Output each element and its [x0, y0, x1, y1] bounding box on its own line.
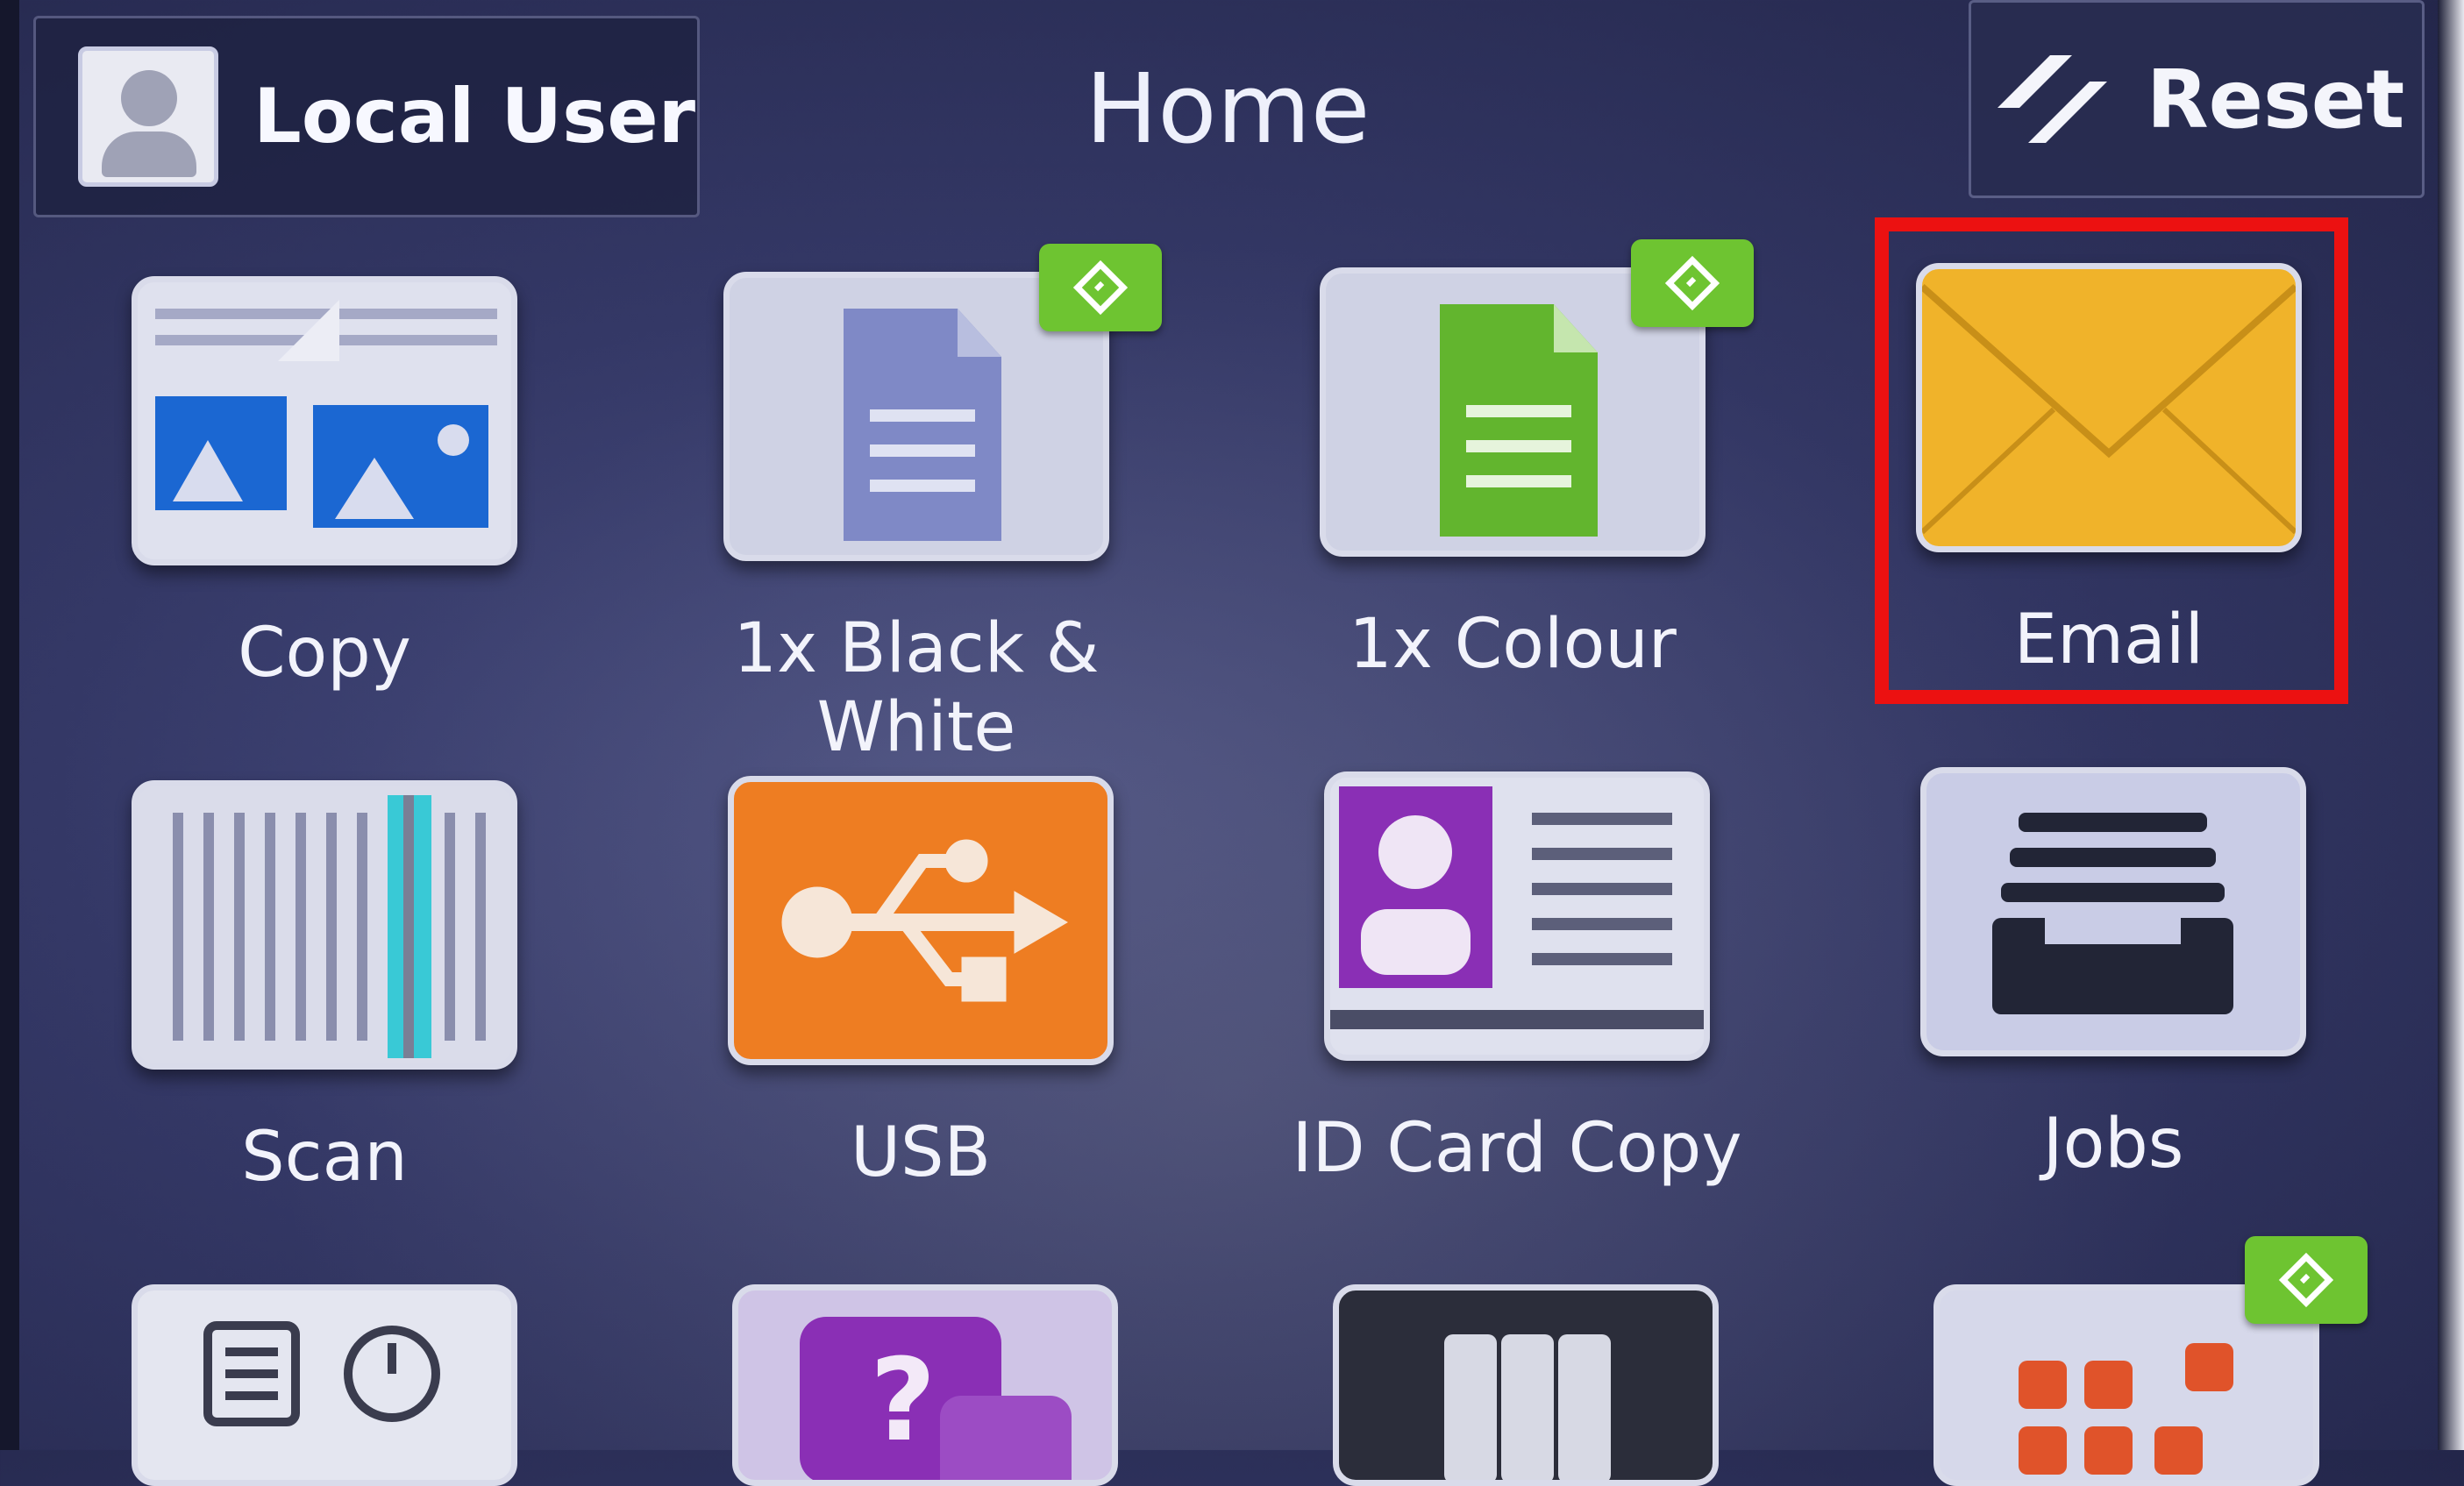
- app-label-colour: 1x Colour: [1349, 605, 1677, 684]
- selection-highlight: [1875, 217, 2348, 704]
- app-tile-counter[interactable]: [1333, 1284, 1719, 1486]
- reset-label: Reset: [2146, 52, 2405, 146]
- app-tile-device[interactable]: [132, 1284, 517, 1486]
- reset-icon: [1997, 55, 2107, 143]
- app-badge-icon: [1039, 244, 1162, 331]
- device-bezel-right: [2438, 0, 2464, 1450]
- device-status-icon: [203, 1321, 440, 1426]
- app-label-scan: Scan: [241, 1118, 408, 1197]
- counter-icon: [1444, 1334, 1611, 1480]
- app-label-jobs: Jobs: [2042, 1105, 2184, 1184]
- id-card-icon: [1324, 771, 1710, 1061]
- app-tile-id-card-copy[interactable]: ID Card Copy: [1245, 771, 1741, 1262]
- scanner-icon: [132, 780, 517, 1070]
- app-label-black-white: 1x Black & White: [733, 609, 1100, 767]
- app-tile-help[interactable]: ?: [732, 1284, 1118, 1486]
- app-label-copy: Copy: [238, 614, 411, 693]
- local-user-button[interactable]: Local User: [33, 16, 700, 217]
- usb-icon: [728, 776, 1114, 1065]
- reset-button[interactable]: Reset: [1969, 0, 2425, 198]
- app-tile-usb[interactable]: USB: [649, 776, 1140, 1267]
- page-title: Home: [1085, 53, 1371, 165]
- app-label-id-card-copy: ID Card Copy: [1292, 1109, 1742, 1188]
- device-bezel-left: [0, 0, 19, 1450]
- app-tile-colour[interactable]: 1x Colour: [1241, 239, 1754, 758]
- app-tile-black-white[interactable]: 1x Black & White: [644, 244, 1162, 767]
- app-badge-icon: [1631, 239, 1754, 327]
- app-tile-copy[interactable]: Copy: [53, 276, 544, 767]
- help-icon: ?: [800, 1317, 1072, 1480]
- app-label-usb: USB: [850, 1113, 992, 1192]
- app-badge-icon: [2245, 1236, 2368, 1324]
- jobs-tray-icon: [1920, 767, 2306, 1056]
- svg-text:?: ?: [870, 1333, 936, 1467]
- user-avatar-icon: [78, 46, 218, 187]
- app-tile-jobs[interactable]: Jobs: [1841, 767, 2332, 1258]
- copy-icon: [132, 276, 517, 565]
- app-tile-scan[interactable]: Scan: [53, 780, 544, 1271]
- user-label: Local User: [253, 73, 696, 160]
